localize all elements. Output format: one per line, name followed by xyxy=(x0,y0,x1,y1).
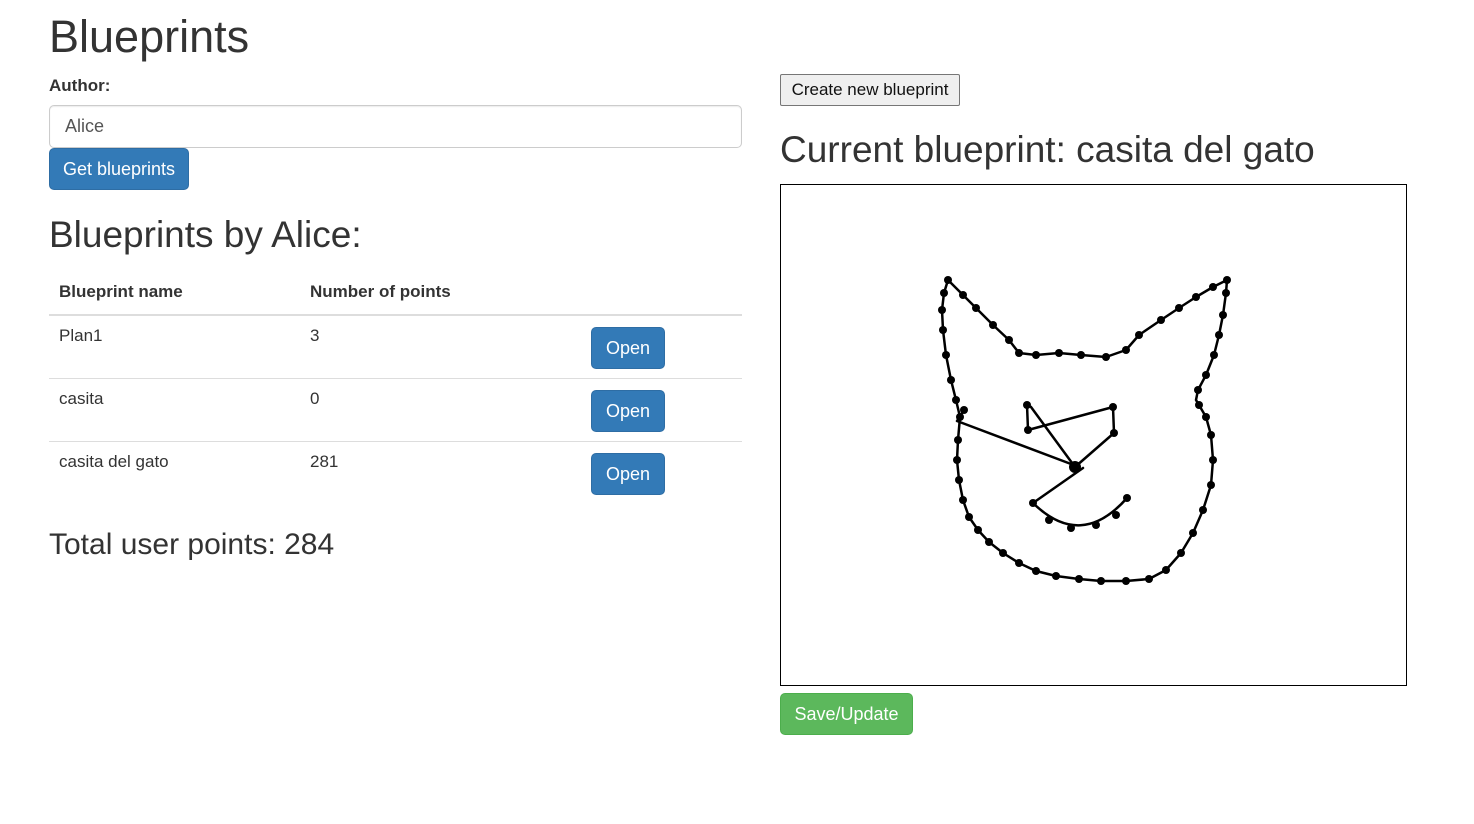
blueprint-drawing xyxy=(938,276,1231,585)
blueprint-action-cell: Open xyxy=(581,378,742,442)
blueprint-points-cell: 0 xyxy=(300,378,581,442)
column-header-name: Blueprint name xyxy=(49,270,300,316)
blueprint-points-cell: 281 xyxy=(310,451,339,471)
open-button[interactable]: Open xyxy=(591,452,665,495)
blueprint-action-cell: Open xyxy=(581,315,742,379)
create-blueprint-button[interactable]: Create new blueprint xyxy=(780,74,960,106)
column-header-actions xyxy=(581,270,742,316)
current-blueprint-title: Current blueprint: casita del gato xyxy=(780,129,1315,170)
blueprint-name-cell: casita del gato xyxy=(59,451,169,471)
table-row: Plan1 3 Open xyxy=(49,315,742,379)
blueprint-name-cell: casita xyxy=(49,378,300,442)
table-row: casita del gato 281 Open xyxy=(49,441,742,504)
page-title: Blueprints xyxy=(49,11,250,62)
page: Blueprints Author: Get blueprints Bluepr… xyxy=(0,0,1474,824)
table-header-row: Blueprint name Number of points xyxy=(49,270,742,316)
cat-whisker-left xyxy=(955,408,1081,469)
blueprints-table: Blueprint name Number of points Plan1 3 … xyxy=(49,270,742,504)
save-update-button[interactable]: Save/Update xyxy=(780,693,913,735)
blueprint-action-cell: Open xyxy=(581,441,742,504)
open-button[interactable]: Open xyxy=(591,327,665,369)
blueprint-name-cell: Plan1 xyxy=(49,315,300,379)
blueprint-canvas[interactable] xyxy=(780,184,1407,686)
total-value: 284 xyxy=(284,528,335,561)
open-button[interactable]: Open xyxy=(591,389,665,432)
blueprints-list-title: Blueprints by Alice: xyxy=(49,214,362,255)
cat-nose-line xyxy=(1031,466,1085,505)
author-input[interactable] xyxy=(49,105,742,148)
cat-eyes-lines xyxy=(1025,403,1116,469)
column-header-points: Number of points xyxy=(300,270,581,316)
total-user-points: Total user points: 284 xyxy=(49,527,334,563)
get-blueprints-button[interactable]: Get blueprints xyxy=(49,148,189,190)
author-label: Author: xyxy=(49,76,111,95)
blueprint-points-cell: 3 xyxy=(300,315,581,379)
table-row: casita 0 Open xyxy=(49,378,742,442)
total-label: Total user points: xyxy=(49,528,285,561)
